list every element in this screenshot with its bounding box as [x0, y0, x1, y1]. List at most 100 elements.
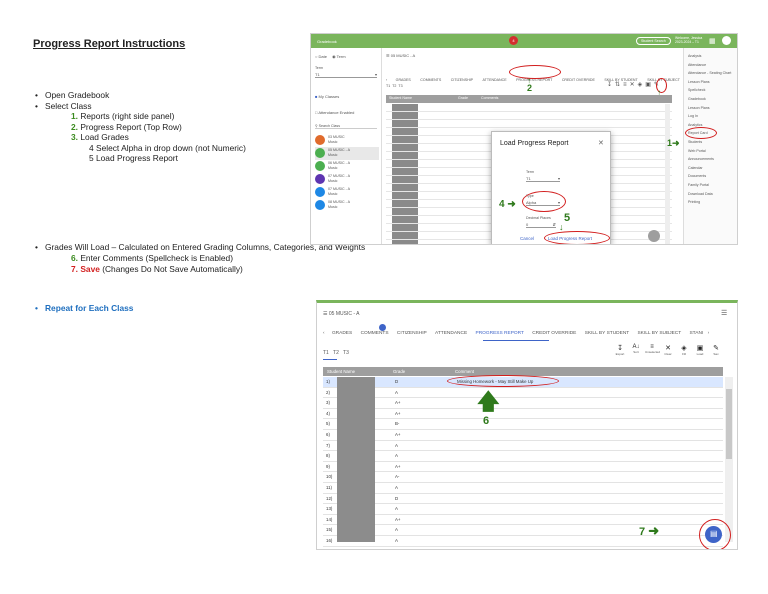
class-item-selected[interactable]: 05 MUSIC - A Music [315, 147, 379, 160]
table-row[interactable]: 17) B [323, 547, 723, 550]
table-row[interactable]: 12) D [323, 494, 723, 505]
grade-cell[interactable]: A [395, 485, 398, 490]
term-tab-t3[interactable]: T3 [343, 350, 349, 356]
grade-cell[interactable]: A+ [395, 411, 401, 416]
unselect-tool[interactable]: ≡ Unselected [645, 344, 660, 354]
table-row[interactable]: 15) A [323, 525, 723, 536]
load-tool[interactable]: ▣ Load [693, 344, 707, 356]
scrollbar[interactable] [725, 377, 733, 542]
table-row[interactable]: 14) A+ [323, 515, 723, 526]
table-row[interactable]: 3) A+ [323, 398, 723, 409]
dialog-term-select[interactable]: T1 ▾ [526, 176, 560, 182]
term-tab-t3[interactable]: T3 [398, 84, 402, 88]
grade-cell[interactable]: A [395, 443, 398, 448]
tab-citizenship[interactable]: CITIZENSHIP [397, 331, 427, 336]
avatar[interactable] [722, 36, 731, 45]
class-item[interactable]: 06 MUSIC - A Music [315, 160, 379, 173]
apps-icon[interactable]: ▦ [709, 37, 716, 45]
grade-cell[interactable]: A+ [395, 400, 401, 405]
load-icon[interactable]: ▣ [645, 82, 654, 88]
panel-item[interactable]: Lesson Plans [688, 78, 737, 87]
panel-item[interactable]: Download Data [688, 190, 737, 199]
my-classes-checkbox[interactable]: ■ My Classes [315, 94, 339, 99]
grade-cell[interactable]: A+ [395, 517, 401, 522]
export-tool[interactable]: ↧ Export [613, 344, 627, 356]
tab-attendance[interactable]: ATTENDANCE [483, 78, 507, 82]
save-fab-disabled[interactable] [648, 230, 660, 242]
student-search-button[interactable]: Student Search [636, 37, 671, 45]
panel-item[interactable]: Announcements [688, 155, 737, 164]
grade-cell[interactable]: D [395, 496, 398, 501]
grade-cell[interactable]: A [395, 453, 398, 458]
table-row[interactable]: 6) A+ [323, 430, 723, 441]
panel-item[interactable]: Family Portal [688, 181, 737, 190]
grade-cell[interactable]: A [395, 527, 398, 532]
tab-grades[interactable]: GRADES [396, 78, 411, 82]
panel-item[interactable]: Students [688, 138, 737, 147]
grade-cell[interactable]: A+ [395, 464, 401, 469]
dialog-decimal-input[interactable]: 0 ⇵ [526, 222, 556, 228]
panel-item[interactable]: Analysis [688, 52, 737, 61]
sort-icon[interactable]: ⇅ [615, 82, 623, 88]
menu-icon[interactable]: ☰ [323, 311, 327, 317]
panel-item[interactable]: Printing [688, 198, 737, 207]
grade-cell[interactable]: A [395, 506, 398, 511]
term-tab-t2[interactable]: T2 [392, 84, 396, 88]
hamburger-icon[interactable]: ☰ [721, 309, 727, 317]
grade-cell[interactable]: A- [395, 474, 399, 479]
class-item[interactable]: 03 MUSIC Music [315, 134, 379, 147]
notification-badge[interactable]: 4 [509, 36, 518, 45]
table-row[interactable]: 10) A- [323, 472, 723, 483]
panel-item[interactable]: Web Portal [688, 147, 737, 156]
term-select[interactable]: T1 ▾ [315, 72, 377, 78]
tab-attendance[interactable]: ATTENDANCE [435, 331, 467, 336]
table-row[interactable]: 2) A [323, 388, 723, 399]
table-row[interactable]: 13) A [323, 504, 723, 515]
close-icon[interactable]: ✕ [598, 139, 604, 147]
grade-cell[interactable]: D [395, 379, 398, 384]
radio-term[interactable]: ◉ Term [332, 54, 345, 59]
chevron-left-icon[interactable]: ‹ [323, 331, 325, 336]
tab-standards[interactable]: STANI [689, 331, 703, 336]
panel-item[interactable]: Documents [688, 172, 737, 181]
chevron-right-icon[interactable]: › [708, 331, 710, 336]
panel-item[interactable]: Attendance - Seating Chart [688, 69, 737, 78]
dialog-cancel-button[interactable]: Cancel [520, 236, 534, 241]
panel-item[interactable]: Calendar [688, 164, 737, 173]
panel-item[interactable]: Attendance [688, 61, 737, 70]
class-item[interactable]: 07 MUSIC - A Music [315, 173, 379, 186]
fill-tool[interactable]: ◈ Fill [677, 344, 691, 356]
grade-cell[interactable]: B [395, 549, 398, 550]
class-item[interactable]: 07 MUSIC - A Music [315, 186, 379, 199]
tab-citizenship[interactable]: CITIZENSHIP [451, 78, 473, 82]
panel-item[interactable]: Log In [688, 112, 737, 121]
term-tab-t1[interactable]: T1 [386, 84, 390, 88]
chevron-left-icon[interactable]: ‹ [386, 78, 387, 82]
term-tab-t2[interactable]: T2 [333, 350, 339, 356]
table-row[interactable]: 9) A+ [323, 462, 723, 473]
table-row[interactable]: 4) A+ [323, 409, 723, 420]
radio-date[interactable]: ○ Date [315, 54, 327, 59]
scrollbar-thumb[interactable] [726, 389, 732, 459]
table-row[interactable]: 5) B- [323, 419, 723, 430]
panel-item[interactable]: Spellcheck [688, 86, 737, 95]
class-item[interactable]: 08 MUSIC - A Music [315, 199, 379, 212]
tab-comments[interactable]: COMMENTS [361, 331, 389, 336]
term-tab-t1[interactable]: T1 [323, 350, 329, 356]
panel-item[interactable]: Lesson Plans [688, 104, 737, 113]
grade-cell[interactable]: B- [395, 421, 399, 426]
tab-grades[interactable]: GRADES [332, 331, 352, 336]
tab-skill-by-subject[interactable]: SKILL BY SUBJECT [637, 331, 681, 336]
table-row[interactable]: 7) A [323, 441, 723, 452]
tab-credit-override[interactable]: CREDIT OVERRIDE [562, 78, 595, 82]
tab-skill-by-student[interactable]: SKILL BY STUDENT [585, 331, 629, 336]
attendance-enabled-checkbox[interactable]: □ Attendance Enabled [315, 110, 354, 115]
clear-icon[interactable]: ✕ [630, 82, 638, 88]
scrollbar[interactable] [665, 104, 670, 244]
menu-icon[interactable]: ☰ [386, 53, 390, 58]
export-icon[interactable]: ↧ [607, 82, 615, 88]
panel-item[interactable]: Gradebook [688, 95, 737, 104]
sort-tool[interactable]: A↓ Sort [629, 344, 643, 354]
grade-cell[interactable]: A [395, 390, 398, 395]
save-tool[interactable]: ✎ Sav [709, 344, 723, 356]
